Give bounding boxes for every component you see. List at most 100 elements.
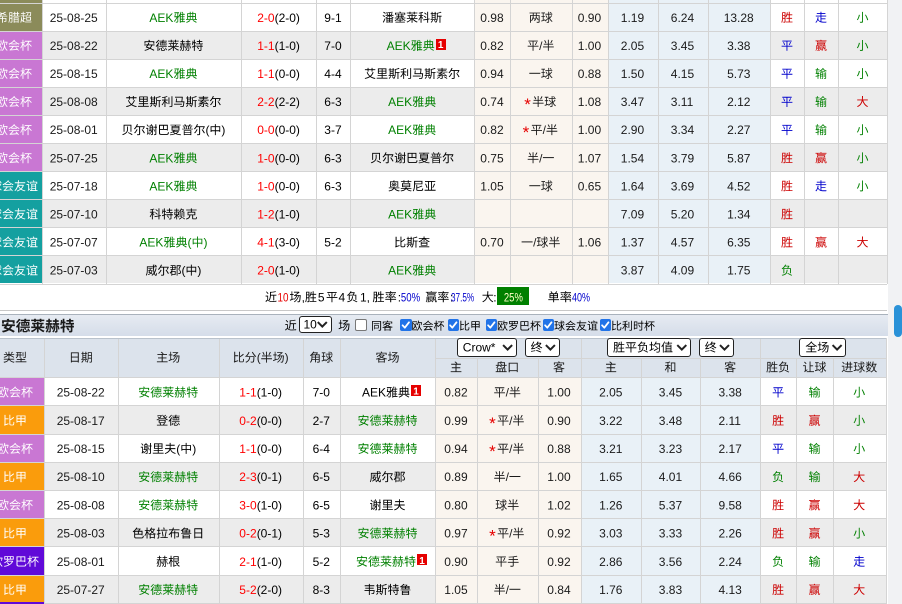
svg-text:(: ( (206, 123, 210, 137)
svg-text:9-1: 9-1 (324, 11, 342, 25)
svg-text:(1-0): (1-0) (275, 39, 300, 53)
svg-text:(0-0): (0-0) (257, 442, 282, 456)
svg-text:25-07-03: 25-07-03 (50, 264, 98, 278)
svg-text:(: ( (188, 236, 192, 250)
svg-text:1-1: 1-1 (257, 39, 275, 53)
svg-text:5.37: 5.37 (659, 498, 683, 512)
svg-text:AEK: AEK (149, 151, 173, 165)
svg-text:(: ( (257, 351, 261, 365)
svg-text:3.47: 3.47 (621, 95, 645, 109)
svg-text:AEK: AEK (139, 236, 163, 250)
svg-text:3.33: 3.33 (659, 527, 683, 541)
svg-text:37.5%: 37.5% (451, 290, 474, 304)
svg-text:2.11: 2.11 (719, 414, 742, 428)
svg-text:3.48: 3.48 (659, 414, 683, 428)
svg-text:AEK: AEK (388, 123, 412, 137)
svg-text:(3-0): (3-0) (275, 236, 300, 250)
svg-text:2.26: 2.26 (719, 527, 743, 541)
svg-text:2.24: 2.24 (719, 555, 743, 569)
svg-text:1.06: 1.06 (578, 236, 602, 250)
svg-text:1: 1 (438, 40, 444, 51)
svg-text:Crow*: Crow* (463, 341, 496, 355)
svg-text:0.70: 0.70 (480, 236, 504, 250)
svg-text:2.17: 2.17 (719, 442, 743, 456)
svg-text:(2-2): (2-2) (275, 95, 300, 109)
svg-text:2-0: 2-0 (257, 264, 275, 278)
svg-text:*: * (489, 442, 496, 461)
svg-text:5.87: 5.87 (727, 151, 751, 165)
svg-text:1.54: 1.54 (621, 151, 645, 165)
svg-text:0.97: 0.97 (444, 527, 468, 541)
svg-text:AEK: AEK (388, 208, 412, 222)
svg-text:4.57: 4.57 (671, 236, 695, 250)
svg-text:0.94: 0.94 (444, 442, 468, 456)
svg-text:0-0: 0-0 (257, 123, 275, 137)
svg-text:(0-0): (0-0) (275, 151, 300, 165)
svg-text:3.34: 3.34 (671, 123, 695, 137)
svg-text:10: 10 (278, 290, 289, 304)
svg-text:0.89: 0.89 (444, 470, 468, 484)
svg-text:25-08-08: 25-08-08 (50, 95, 98, 109)
svg-text:4-1: 4-1 (257, 236, 275, 250)
svg-text:4.09: 4.09 (671, 264, 695, 278)
svg-text:0.82: 0.82 (480, 39, 504, 53)
svg-text:*: * (523, 123, 530, 142)
svg-text:3.23: 3.23 (659, 442, 683, 456)
svg-text:3.87: 3.87 (621, 264, 645, 278)
svg-text:2-0: 2-0 (257, 11, 275, 25)
svg-text:0-2: 0-2 (239, 527, 257, 541)
svg-text:10: 10 (304, 318, 318, 332)
svg-text:1.65: 1.65 (599, 470, 623, 484)
svg-text:AEK: AEK (149, 67, 173, 81)
svg-text:25%: 25% (504, 290, 523, 304)
svg-text:1.08: 1.08 (578, 95, 602, 109)
svg-text:1.26: 1.26 (599, 498, 623, 512)
svg-text:(1-0): (1-0) (275, 264, 300, 278)
svg-text:1.05: 1.05 (444, 583, 468, 597)
svg-text:/: / (539, 39, 543, 53)
svg-text:1.76: 1.76 (599, 583, 623, 597)
svg-text:(1-0): (1-0) (257, 555, 282, 569)
svg-text:0.80: 0.80 (444, 498, 468, 512)
svg-text:5: 5 (318, 290, 325, 304)
svg-text:6-3: 6-3 (324, 95, 342, 109)
svg-text:7-0: 7-0 (313, 386, 331, 400)
svg-text:4.66: 4.66 (719, 470, 743, 484)
svg-text:0.82: 0.82 (480, 123, 504, 137)
svg-text:1.00: 1.00 (578, 123, 602, 137)
svg-text:/: / (509, 414, 513, 428)
svg-text:*: * (489, 414, 496, 433)
svg-text:(0-0): (0-0) (257, 414, 282, 428)
svg-text:50%: 50% (401, 290, 421, 304)
svg-text:9.58: 9.58 (719, 498, 743, 512)
svg-text:3.69: 3.69 (671, 179, 695, 193)
svg-text:0.92: 0.92 (547, 527, 571, 541)
svg-text:(2-0): (2-0) (275, 11, 300, 25)
svg-text:3.83: 3.83 (659, 583, 683, 597)
svg-text:3-7: 3-7 (324, 123, 342, 137)
svg-text:6-5: 6-5 (313, 498, 331, 512)
svg-text:1: 1 (419, 556, 425, 567)
svg-text:6-3: 6-3 (324, 179, 342, 193)
svg-text:25-08-15: 25-08-15 (50, 67, 98, 81)
svg-text:3.21: 3.21 (599, 442, 623, 456)
svg-text:2.90: 2.90 (621, 123, 645, 137)
svg-text:2-3: 2-3 (239, 470, 257, 484)
svg-text:): ) (204, 236, 208, 250)
svg-text:(2-0): (2-0) (257, 583, 282, 597)
svg-text:2.86: 2.86 (599, 555, 623, 569)
svg-text:1-0: 1-0 (257, 151, 275, 165)
svg-text:0.90: 0.90 (444, 555, 468, 569)
svg-text:1-0: 1-0 (257, 179, 275, 193)
svg-text:1.00: 1.00 (547, 386, 571, 400)
svg-text:2-1: 2-1 (239, 555, 257, 569)
svg-text:*: * (524, 95, 531, 114)
svg-text:2.05: 2.05 (599, 386, 623, 400)
svg-text:5.73: 5.73 (727, 67, 751, 81)
svg-text:25-08-10: 25-08-10 (57, 470, 105, 484)
svg-text:5-2: 5-2 (324, 236, 342, 250)
svg-text:4.15: 4.15 (671, 67, 695, 81)
svg-text:): ) (285, 351, 289, 365)
svg-text:3.11: 3.11 (671, 95, 694, 109)
svg-text:4.13: 4.13 (719, 583, 743, 597)
